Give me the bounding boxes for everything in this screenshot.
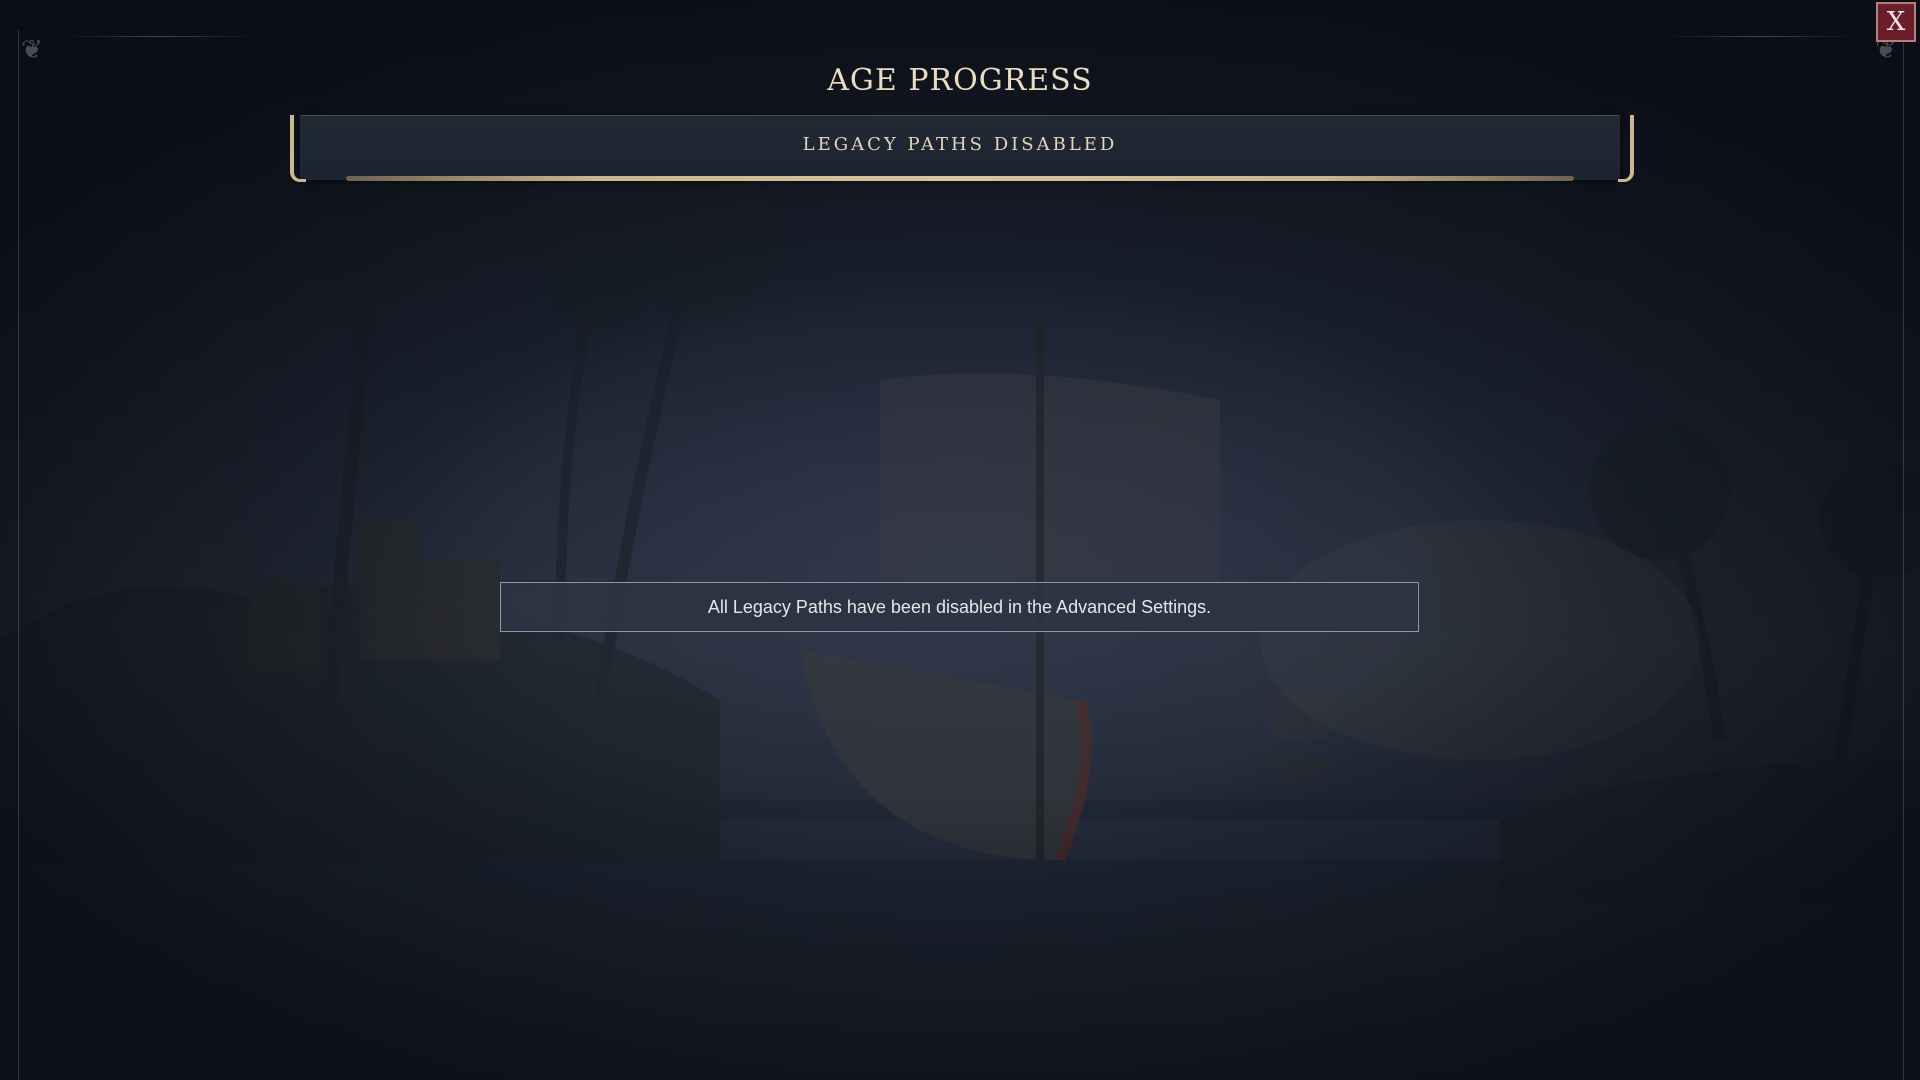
- banner-underline: [346, 176, 1574, 181]
- disabled-message-text: All Legacy Paths have been disabled in t…: [707, 597, 1212, 617]
- close-icon: X: [1886, 7, 1906, 37]
- banner-label: LEGACY PATHS DISABLED: [802, 134, 1118, 155]
- close-button[interactable]: X: [1876, 2, 1916, 42]
- frame-top-line-left: [60, 36, 260, 37]
- disabled-message-box: All Legacy Paths have been disabled in t…: [500, 582, 1419, 632]
- page-title: AGE PROGRESS: [827, 63, 1093, 98]
- banner-bracket-right: [1618, 115, 1634, 182]
- age-progress-screen: ❦ ❦ AGE PROGRESS LEGACY PATHS DISABLED A…: [0, 0, 1920, 1080]
- frame-top-line-right: [1660, 36, 1860, 37]
